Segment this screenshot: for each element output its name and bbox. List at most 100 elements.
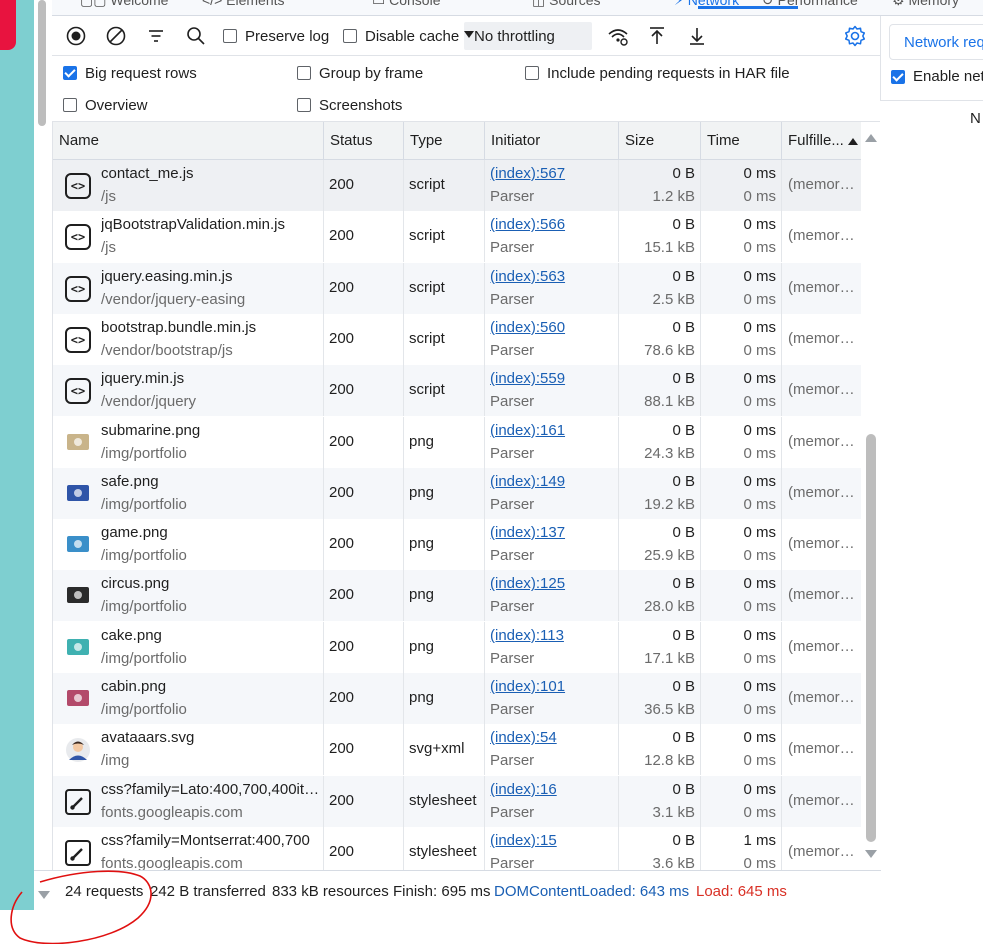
table-row[interactable]: css?family=Montserrat:400,700 fonts.googl… <box>53 826 861 870</box>
size-cell: 0 B 36.5 kB <box>619 673 701 724</box>
table-row[interactable]: avataaars.svg/img 200 svg+xml (index):54 Par… <box>53 724 861 776</box>
name-cell[interactable]: <> jquery.easing.min.js/vendor/jquery-eas… <box>53 262 324 314</box>
fulfilled-by-cell: (memory cache) <box>782 211 861 262</box>
initiator-link[interactable]: (index):125 <box>490 575 565 592</box>
table-row[interactable]: css?family=Lato:400,700,400italic,700ita… <box>53 775 861 827</box>
column-header-name[interactable]: Name <box>53 122 324 160</box>
overview-toggle[interactable]: Overview <box>63 95 148 115</box>
group-by-frame-toggle[interactable]: Group by frame <box>297 63 423 83</box>
scroll-down-icon[interactable] <box>865 850 877 858</box>
scroll-up-icon[interactable] <box>865 134 877 142</box>
initiator-link[interactable]: (index):560 <box>490 319 565 336</box>
status-cell: 200 <box>324 826 404 870</box>
record-icon[interactable] <box>65 25 87 47</box>
annotation-circle <box>10 870 152 944</box>
resource-type: script <box>409 176 445 193</box>
table-row[interactable]: <> bootstrap.bundle.min.js/vendor/bootstr… <box>53 313 861 365</box>
active-tab-indicator <box>698 6 798 9</box>
initiator-link[interactable]: (index):101 <box>490 678 565 695</box>
image-file-icon <box>67 484 89 501</box>
include-pending-toggle[interactable]: Include pending requests in HAR file <box>525 63 790 83</box>
table-row[interactable]: cake.png/img/portfolio 200 png (index):113 P… <box>53 621 861 673</box>
name-cell[interactable]: <> bootstrap.bundle.min.js/vendor/bootstr… <box>53 313 324 365</box>
group-by-frame-checkbox[interactable] <box>297 66 311 80</box>
initiator-link[interactable]: (index):54 <box>490 729 557 746</box>
name-cell[interactable]: cabin.png/img/portfolio <box>53 673 324 724</box>
screenshots-checkbox[interactable] <box>297 98 311 112</box>
initiator-link[interactable]: (index):137 <box>490 524 565 541</box>
column-header-size[interactable]: Size <box>619 122 701 160</box>
initiator-link[interactable]: (index):567 <box>490 165 565 182</box>
table-row[interactable]: <> contact_me.js/js 200 script (index):567 Pa… <box>53 160 861 211</box>
table-row[interactable]: <> jquery.easing.min.js/vendor/jquery-eas… <box>53 262 861 314</box>
table-row[interactable]: safe.png/img/portfolio 200 png (index):149 P… <box>53 467 861 519</box>
overview-checkbox[interactable] <box>63 98 77 112</box>
filter-icon[interactable] <box>145 25 167 47</box>
resource-type: script <box>409 329 445 347</box>
name-cell[interactable]: circus.png/img/portfolio <box>53 570 324 622</box>
search-icon[interactable] <box>185 25 207 47</box>
network-conditions-icon[interactable] <box>607 25 629 47</box>
tab-network-request-blocking[interactable]: Network request blocking <box>889 24 983 60</box>
initiator-link[interactable]: (index):149 <box>490 473 565 490</box>
name-cell[interactable]: game.png/img/portfolio <box>53 519 324 571</box>
initiator-link[interactable]: (index):113 <box>490 627 564 644</box>
name-cell[interactable]: <> contact_me.js/js <box>53 160 324 211</box>
scrollbar-thumb[interactable] <box>866 434 876 842</box>
name-cell[interactable]: avataaars.svg/img <box>53 724 324 776</box>
name-cell[interactable]: cake.png/img/portfolio <box>53 621 324 673</box>
name-cell[interactable]: safe.png/img/portfolio <box>53 467 324 519</box>
throttling-select[interactable]: No throttling <box>464 22 592 50</box>
include-pending-checkbox[interactable] <box>525 66 539 80</box>
column-header-time[interactable]: Time <box>701 122 782 160</box>
time-cell: 0 ms 0 ms <box>701 211 782 263</box>
column-header-type[interactable]: Type <box>404 122 485 160</box>
name-cell[interactable]: submarine.png/img/portfolio <box>53 416 324 468</box>
disable-cache-toggle[interactable]: Disable cache <box>343 16 459 56</box>
initiator-cell: (index):566 Parser <box>485 211 619 263</box>
export-har-icon[interactable] <box>686 25 708 47</box>
big-request-rows-checkbox[interactable] <box>63 66 77 80</box>
screenshots-toggle[interactable]: Screenshots <box>297 95 402 115</box>
table-row[interactable]: circus.png/img/portfolio 200 png (index):12… <box>53 570 861 622</box>
tab-console[interactable]: ▭ Console <box>372 0 441 14</box>
tab-sources[interactable]: ◫ Sources <box>532 0 600 14</box>
name-cell[interactable]: css?family=Lato:400,700,400italic,700ita… <box>53 775 324 827</box>
enable-blocking-toggle[interactable]: Enable network request blocking <box>891 68 983 85</box>
tab-elements[interactable]: </> Elements <box>202 0 285 14</box>
table-row[interactable]: submarine.png/img/portfolio 200 png (index)… <box>53 416 861 468</box>
table-row[interactable]: <> jquery.min.js/vendor/jquery 200 script (i… <box>53 365 861 417</box>
initiator-link[interactable]: (index):161 <box>490 422 565 439</box>
table-row[interactable]: cabin.png/img/portfolio 200 png (index):101… <box>53 673 861 724</box>
script-file-icon: <> <box>65 173 91 199</box>
time-cell: 0 ms 0 ms <box>701 160 782 211</box>
fulfilled-by: (memory cache) <box>788 381 860 399</box>
initiator-link[interactable]: (index):563 <box>490 268 565 285</box>
page-scrollbar[interactable] <box>36 0 46 130</box>
big-request-rows-toggle[interactable]: Big request rows <box>63 63 197 83</box>
network-settings-icon[interactable] <box>844 25 866 47</box>
fulfilled-by: (memory cache) <box>788 176 860 193</box>
initiator-type: Parser <box>490 239 535 257</box>
column-header-initiator[interactable]: Initiator <box>485 122 619 160</box>
tab-welcome[interactable]: ▢▢ Welcome <box>80 0 168 14</box>
enable-blocking-checkbox[interactable] <box>891 69 905 84</box>
name-cell[interactable]: <> jquery.min.js/vendor/jquery <box>53 365 324 417</box>
table-row[interactable]: <> jqBootstrapValidation.min.js/js 200 scri… <box>53 211 861 263</box>
clear-icon[interactable] <box>105 25 127 47</box>
initiator-link[interactable]: (index):566 <box>490 216 565 233</box>
table-row[interactable]: game.png/img/portfolio 200 png (index):137 P… <box>53 519 861 571</box>
preserve-log-toggle[interactable]: Preserve log <box>223 16 329 56</box>
column-header-status[interactable]: Status <box>324 122 404 160</box>
tab-memory[interactable]: ⚙ Memory <box>892 0 959 14</box>
column-header-fulfilled[interactable]: Fulfille... <box>782 122 861 160</box>
name-cell[interactable]: <> jqBootstrapValidation.min.js/js <box>53 211 324 263</box>
initiator-link[interactable]: (index):16 <box>490 781 557 798</box>
preserve-log-checkbox[interactable] <box>223 29 237 43</box>
initiator-link[interactable]: (index):559 <box>490 370 565 387</box>
table-scrollbar[interactable] <box>861 122 881 870</box>
import-har-icon[interactable] <box>646 25 668 47</box>
disable-cache-checkbox[interactable] <box>343 29 357 43</box>
initiator-link[interactable]: (index):15 <box>490 832 557 849</box>
resource-size: 15.1 kB <box>644 239 695 257</box>
